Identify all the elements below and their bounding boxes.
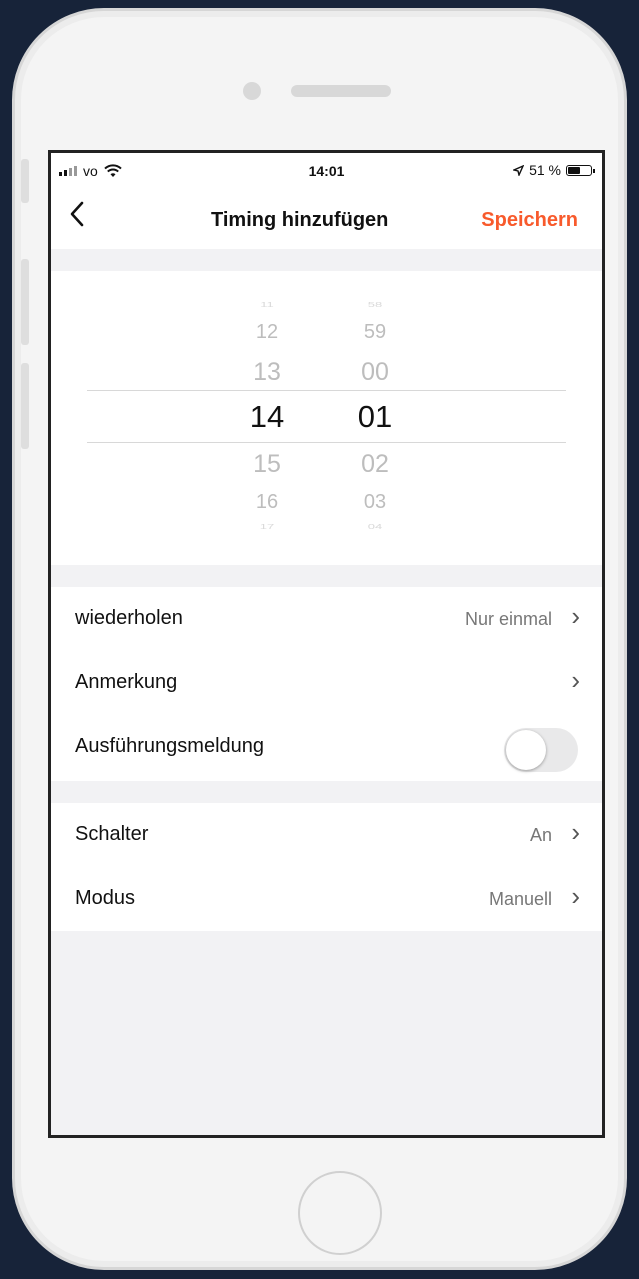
notification-label: Ausführungsmeldung xyxy=(75,735,265,757)
repeat-row[interactable]: wiederholen Nur einmal › xyxy=(51,587,602,651)
hour-option[interactable]: 11 xyxy=(237,300,297,308)
minute-option[interactable]: 04 xyxy=(345,522,405,530)
repeat-label: wiederholen xyxy=(75,607,183,629)
device-action-group: Schalter An › Modus Manuell › xyxy=(51,803,602,931)
back-button[interactable] xyxy=(69,201,85,233)
hour-option[interactable]: 17 xyxy=(237,522,297,530)
volume-up-button xyxy=(21,259,29,345)
minute-option[interactable]: 59 xyxy=(345,321,405,344)
switch-value: An xyxy=(529,825,552,845)
earpiece-speaker xyxy=(291,85,391,97)
hour-option[interactable]: 13 xyxy=(237,358,297,387)
timing-settings-group: wiederholen Nur einmal › Anmerkung › Aus… xyxy=(51,587,602,781)
note-label: Anmerkung xyxy=(75,671,178,693)
minute-option[interactable]: 00 xyxy=(345,358,405,387)
picker-selection-top-line xyxy=(87,390,566,391)
nav-bar: Timing hinzufügen Speichern xyxy=(51,187,602,249)
time-picker[interactable]: 11 12 13 14 15 16 17 58 59 00 01 02 03 0… xyxy=(51,271,602,565)
location-arrow-icon xyxy=(513,164,525,176)
save-button[interactable]: Speichern xyxy=(481,209,578,232)
switch-row[interactable]: Schalter An › xyxy=(51,803,602,867)
switch-label: Schalter xyxy=(75,823,149,845)
chevron-right-icon: › xyxy=(571,881,580,911)
minute-selected[interactable]: 01 xyxy=(345,399,405,435)
hour-option[interactable]: 15 xyxy=(237,450,297,479)
front-camera xyxy=(243,82,261,100)
notification-row: Ausführungsmeldung xyxy=(51,715,602,779)
chevron-right-icon: › xyxy=(571,601,580,631)
minute-option[interactable]: 58 xyxy=(345,300,405,308)
minute-option[interactable]: 02 xyxy=(345,450,405,479)
app-screen: vo 14:01 51 % Timing hinzufügen Speicher… xyxy=(48,150,605,1138)
chevron-left-icon xyxy=(70,201,84,227)
battery-icon xyxy=(566,164,595,176)
chevron-right-icon: › xyxy=(571,665,580,695)
repeat-value: Nur einmal xyxy=(464,609,552,629)
note-row[interactable]: Anmerkung › xyxy=(51,651,602,715)
battery-percent: 51 % xyxy=(529,162,561,178)
minute-option[interactable]: 03 xyxy=(345,491,405,514)
hour-option[interactable]: 12 xyxy=(237,321,297,344)
toggle-knob xyxy=(506,730,546,770)
hour-selected[interactable]: 14 xyxy=(237,399,297,435)
chevron-right-icon: › xyxy=(571,817,580,847)
home-button[interactable] xyxy=(298,1171,382,1255)
status-bar: vo 14:01 51 % xyxy=(51,153,602,187)
notification-toggle[interactable] xyxy=(504,728,578,772)
mode-label: Modus xyxy=(75,887,136,909)
mode-row[interactable]: Modus Manuell › xyxy=(51,867,602,931)
mute-switch xyxy=(21,159,29,203)
volume-down-button xyxy=(21,363,29,449)
hour-option[interactable]: 16 xyxy=(237,491,297,514)
page-title: Timing hinzufügen xyxy=(211,209,389,231)
mode-value: Manuell xyxy=(488,889,552,909)
picker-selection-bottom-line xyxy=(87,442,566,443)
